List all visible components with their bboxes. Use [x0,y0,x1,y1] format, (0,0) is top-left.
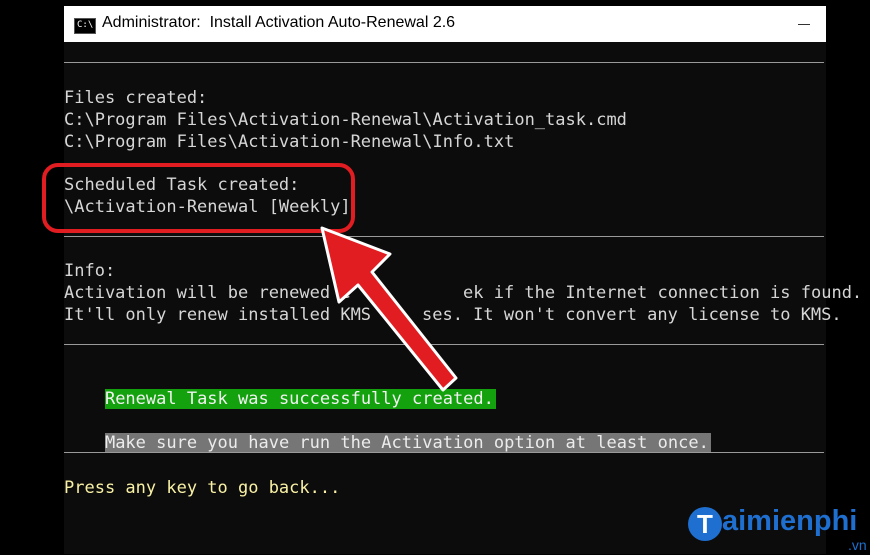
separator-line [64,452,824,453]
files-created-header: Files created: [64,88,208,108]
info-line-2-end: ses. It won't convert any license to KMS… [422,305,842,325]
watermark-t-icon: T [688,507,722,541]
watermark-logo: T aimienphi .vn [688,505,870,555]
window-title: Administrator: Install Activation Auto-R… [102,14,456,31]
file-path-info-txt: C:\Program Files\Activation-Renewal\Info… [64,132,515,152]
title-bar[interactable]: C:\ Administrator: Install Activation Au… [64,6,826,42]
watermark-text: aimienphi [722,505,858,537]
press-key-prompt: Press any key to go back... [64,478,341,498]
minimize-icon [798,24,810,25]
annotation-highlight-box [42,163,355,233]
separator-line [64,236,824,237]
info-line-1-start: Activation will be renewed e [64,283,351,303]
separator-line [64,344,824,345]
reminder-message: Make sure you have run the Activation op… [104,433,711,453]
console-window: C:\ Administrator: Install Activation Au… [64,6,862,554]
info-line-2-start: It'll only renew installed KMS li [64,305,402,325]
watermark-suffix: .vn [848,537,867,553]
console-app-icon: C:\ [74,18,96,34]
info-line-1-end: ek if the Internet connection is found. [463,283,863,303]
separator-line [64,62,824,63]
reminder-line: Make sure you have run the Activation op… [64,413,711,473]
minimize-button[interactable] [780,6,826,42]
success-message: Renewal Task was successfully created. [104,389,496,409]
file-path-task-cmd: C:\Program Files\Activation-Renewal\Acti… [64,110,627,130]
info-header: Info: [64,261,116,281]
console-icon-glyph: C:\ [77,20,94,30]
